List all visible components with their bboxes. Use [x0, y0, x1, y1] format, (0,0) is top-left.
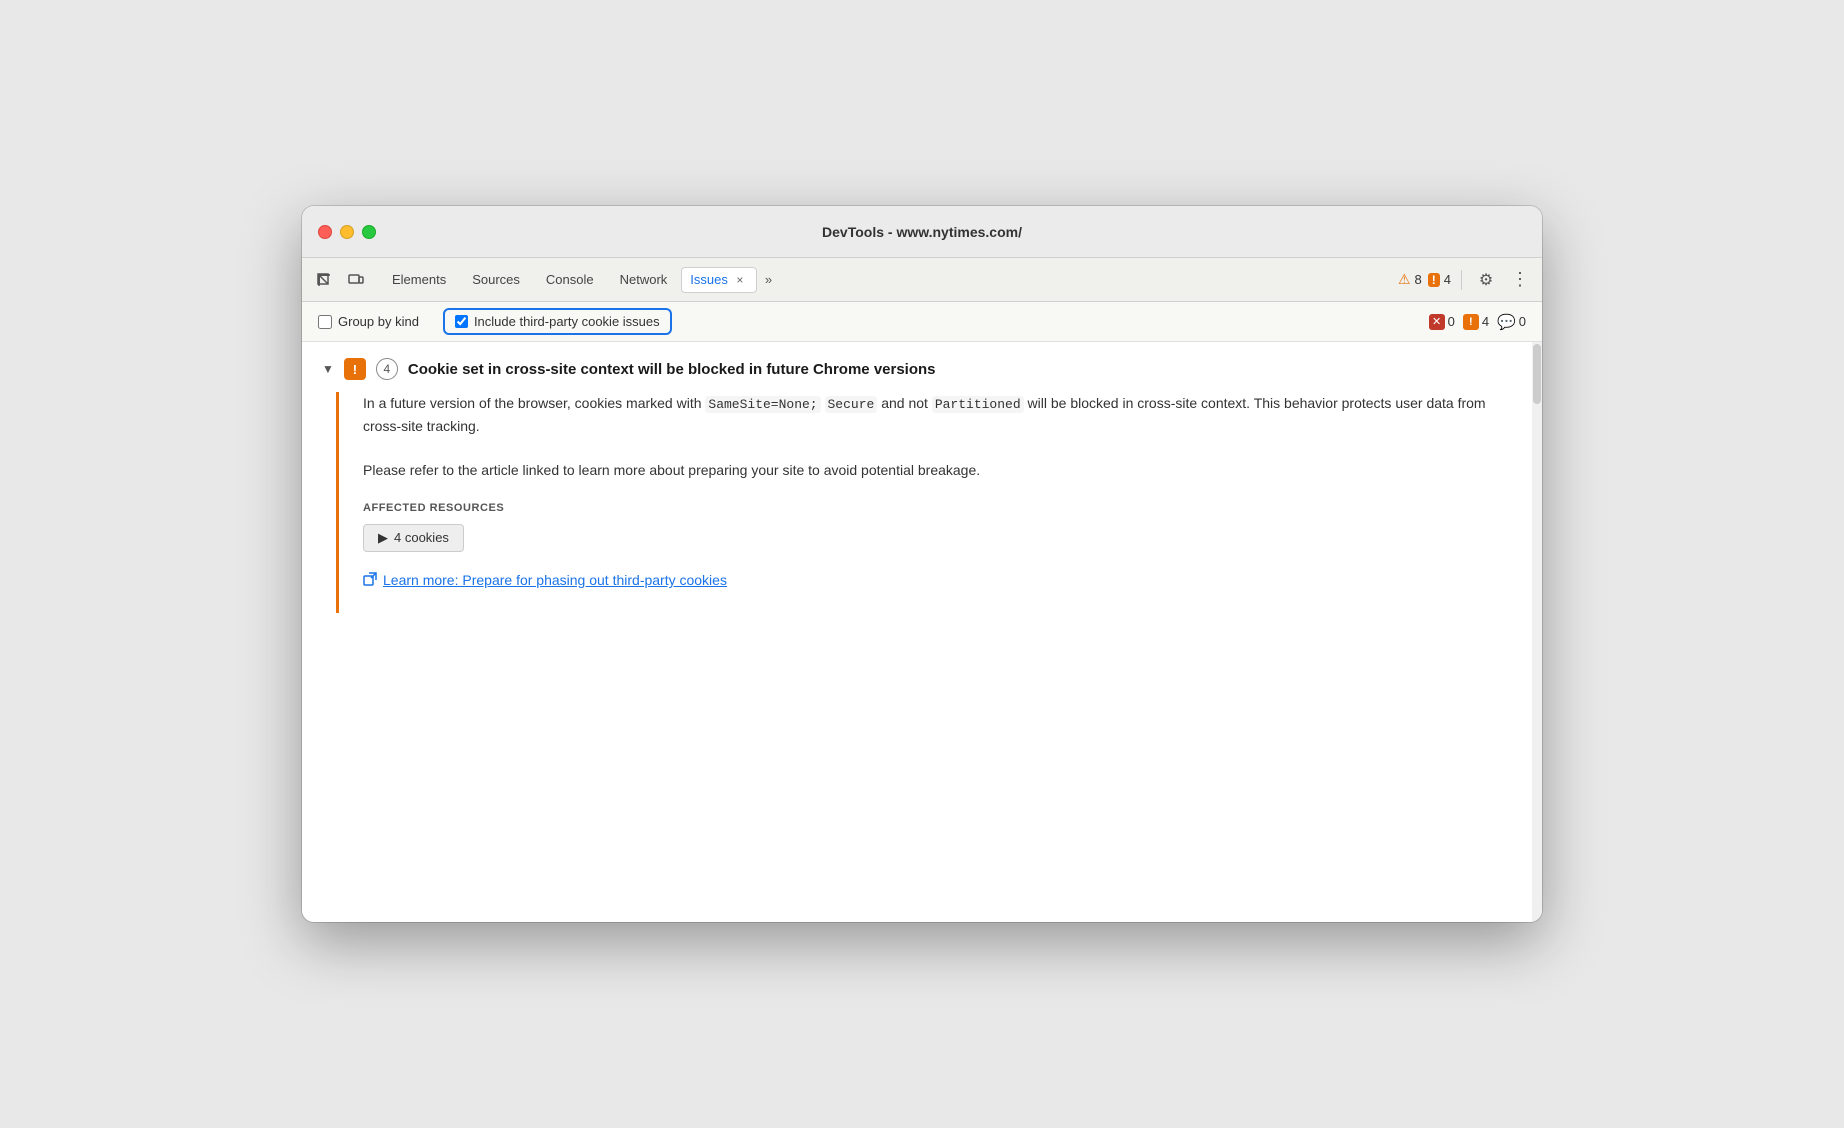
- error-count: 4: [1444, 272, 1451, 287]
- scrollbar-thumb[interactable]: [1533, 344, 1541, 404]
- cookies-button-arrow: ▶: [378, 530, 388, 546]
- issue-type-badge: !: [344, 358, 366, 380]
- error-icon: !: [1428, 273, 1440, 287]
- issue-title: Cookie set in cross-site context will be…: [408, 361, 936, 378]
- cookies-expand-button[interactable]: ▶ 4 cookies: [363, 524, 464, 552]
- warning-count: 8: [1415, 272, 1422, 287]
- warning-badge-group: ⚠ 8: [1398, 271, 1422, 288]
- tab-issues[interactable]: Issues ×: [681, 267, 757, 293]
- issue-description-1: In a future version of the browser, cook…: [363, 392, 1522, 439]
- group-by-kind-checkbox[interactable]: [318, 315, 332, 329]
- tab-more[interactable]: »: [759, 268, 778, 291]
- device-toolbar-icon[interactable]: [342, 266, 370, 294]
- minimize-button[interactable]: [340, 225, 354, 239]
- filter-badge-error[interactable]: ✕ 0: [1429, 314, 1455, 330]
- tab-console[interactable]: Console: [534, 268, 606, 291]
- group-by-kind-checkbox-group: Group by kind: [318, 314, 419, 329]
- code-secure: Secure: [825, 396, 878, 413]
- tab-network[interactable]: Network: [608, 268, 680, 291]
- maximize-button[interactable]: [362, 225, 376, 239]
- tab-bar-icons: [310, 266, 370, 294]
- filter-info-icon: 💬: [1497, 313, 1516, 331]
- issue-section: ▼ ! 4 Cookie set in cross-site context w…: [302, 342, 1542, 613]
- filter-badge-warning[interactable]: ! 4: [1463, 314, 1489, 330]
- filter-warning-icon: !: [1463, 314, 1479, 330]
- external-link-icon: [363, 572, 377, 589]
- filter-error-count: 0: [1448, 314, 1455, 329]
- affected-resources-label: AFFECTED RESOURCES: [363, 502, 1522, 514]
- code-samesite: SameSite=None;: [705, 396, 820, 413]
- filter-badges: ✕ 0 ! 4 💬 0: [1429, 313, 1526, 331]
- error-badge-group: ! 4: [1428, 272, 1451, 287]
- issue-header: ▼ ! 4 Cookie set in cross-site context w…: [322, 358, 1522, 380]
- close-button[interactable]: [318, 225, 332, 239]
- filter-error-icon: ✕: [1429, 314, 1445, 330]
- traffic-lights: [318, 225, 376, 239]
- include-third-party-checkbox[interactable]: [455, 315, 468, 328]
- code-partitioned: Partitioned: [932, 396, 1024, 413]
- scrollbar[interactable]: [1532, 342, 1542, 922]
- tab-bar: Elements Sources Console Network Issues …: [302, 258, 1542, 302]
- separator: [1461, 270, 1462, 290]
- filter-badge-info[interactable]: 💬 0: [1497, 313, 1526, 331]
- issue-count-badge: 4: [376, 358, 398, 380]
- issue-description-2: Please refer to the article linked to le…: [363, 459, 1522, 482]
- tab-issues-close[interactable]: ×: [732, 272, 748, 288]
- collapse-arrow[interactable]: ▼: [322, 362, 334, 376]
- tab-bar-right: ⚠ 8 ! 4 ⚙ ⋮: [1398, 266, 1534, 294]
- learn-more-text: Learn more: Prepare for phasing out thir…: [383, 572, 727, 588]
- devtools-body: ▼ ! 4 Cookie set in cross-site context w…: [302, 342, 1542, 922]
- desc-text-1: In a future version of the browser, cook…: [363, 395, 705, 411]
- cookies-button-label: 4 cookies: [394, 530, 449, 545]
- issue-body: In a future version of the browser, cook…: [336, 392, 1522, 613]
- include-third-party-checkbox-group: Include third-party cookie issues: [443, 308, 672, 335]
- tab-elements[interactable]: Elements: [380, 268, 458, 291]
- content-area: ▼ ! 4 Cookie set in cross-site context w…: [302, 342, 1542, 922]
- tab-sources[interactable]: Sources: [460, 268, 532, 291]
- filter-info-count: 0: [1519, 314, 1526, 329]
- more-options-button[interactable]: ⋮: [1506, 266, 1534, 294]
- group-by-kind-label[interactable]: Group by kind: [338, 314, 419, 329]
- devtools-window: DevTools - www.nytimes.com/: [302, 206, 1542, 922]
- learn-more-link[interactable]: Learn more: Prepare for phasing out thir…: [363, 572, 1522, 589]
- warning-icon: ⚠: [1398, 271, 1411, 288]
- filter-warning-count: 4: [1482, 314, 1489, 329]
- cursor-icon[interactable]: [310, 266, 338, 294]
- issues-toolbar: Group by kind Include third-party cookie…: [302, 302, 1542, 342]
- window-title: DevTools - www.nytimes.com/: [822, 224, 1022, 240]
- main-content: ▼ ! 4 Cookie set in cross-site context w…: [302, 342, 1542, 922]
- title-bar: DevTools - www.nytimes.com/: [302, 206, 1542, 258]
- desc-text-4: Please refer to the article linked to le…: [363, 462, 980, 478]
- settings-button[interactable]: ⚙: [1472, 266, 1500, 294]
- include-third-party-label[interactable]: Include third-party cookie issues: [474, 314, 660, 329]
- desc-text-2: and not: [877, 395, 932, 411]
